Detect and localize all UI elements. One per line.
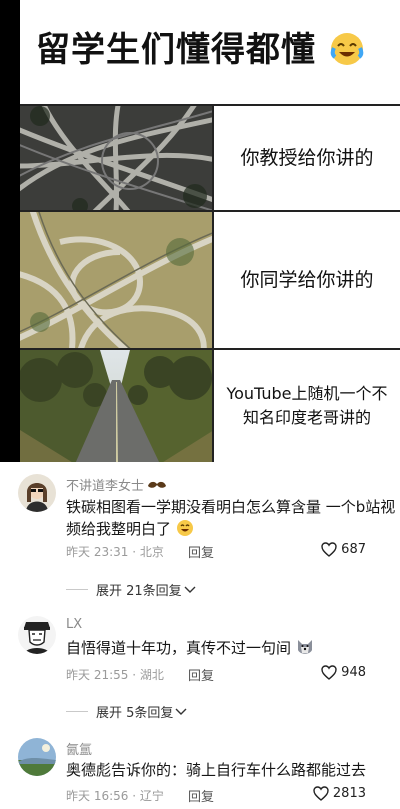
divider [66,711,88,712]
heart-icon [321,542,337,557]
comment-text-content: 自悟得道十年功，真传不过一句间 [66,639,292,657]
heart-icon [321,665,337,680]
meme-title: 留学生们懂得都懂 [36,22,365,71]
chevron-down-icon [175,708,187,715]
meme-row-classmate: 你同学给你讲的 [20,210,400,348]
avatar[interactable] [18,738,56,776]
grinning-face-icon [176,520,193,536]
comment-username[interactable]: 不讲道李女士 [66,475,167,494]
divider [66,589,88,590]
heart-icon [313,786,329,801]
tangled-highway-interchange-image [20,106,214,210]
cloverleaf-interchange-image [20,212,214,348]
expand-replies-label: 展开 21条回复 [96,584,182,599]
comment-text: 自悟得道十年功，真传不过一句间 [66,637,400,659]
comment-timestamp: 昨天 16:56 · 辽宁 [66,789,164,803]
comment-timestamp: 昨天 21:55 · 湖北 [66,668,164,682]
avatar[interactable] [18,616,56,654]
expand-replies-label: 展开 5条回复 [96,706,174,721]
expand-replies-button[interactable]: 展开 5条回复 [66,702,187,721]
comment-text: 铁碳相图看一学期没看明白怎么算含量 一个b站视频给我整明白了 [66,496,400,540]
mustache-icon [148,481,167,488]
like-button[interactable]: 948 [321,665,366,680]
like-count: 2813 [332,786,366,801]
like-button[interactable]: 2813 [313,786,366,801]
comment-username[interactable]: 氤氲 [66,739,92,758]
straight-country-road-image [20,350,214,462]
comment-username[interactable]: LX [66,617,82,632]
like-count: 687 [341,542,366,557]
meme-caption-youtube: YouTube上随机一个不知名印度老哥讲的 [226,384,388,427]
laughing-crying-face-icon [330,33,364,65]
comment-text-content: 铁碳相图看一学期没看明白怎么算含量 一个b站视频给我整明白了 [66,498,396,538]
avatar[interactable] [18,474,56,512]
meme-caption-classmate: 你同学给你讲的 [240,268,374,291]
expand-replies-button[interactable]: 展开 21条回复 [66,580,196,599]
reply-button[interactable]: 回复 [188,665,214,684]
username-text: 不讲道李女士 [66,479,145,494]
comment-timestamp: 昨天 23:31 · 北京 [66,545,164,559]
meme-row-youtube: YouTube上随机一个不知名印度老哥讲的 [20,348,400,462]
chevron-down-icon [184,586,196,593]
reply-button[interactable]: 回复 [188,542,214,561]
like-count: 948 [341,665,366,680]
comment-list: 不讲道李女士 铁碳相图看一学期没看明白怎么算含量 一个b站视频给我整明白了 昨天… [0,462,400,809]
meme-image: 留学生们懂得都懂 你教授给你讲的 你同学给你讲的 YouTube上随机一个不知名… [20,0,400,462]
reply-button[interactable]: 回复 [188,786,214,805]
meme-row-professor: 你教授给你讲的 [20,104,400,210]
dog-face-icon [297,640,312,654]
meme-title-text: 留学生们懂得都懂 [36,30,316,70]
like-button[interactable]: 687 [321,542,366,557]
meme-caption-professor: 你教授给你讲的 [240,146,374,169]
comment-text: 奥德彪告诉你的：骑上自行车什么路都能过去 [66,761,367,779]
